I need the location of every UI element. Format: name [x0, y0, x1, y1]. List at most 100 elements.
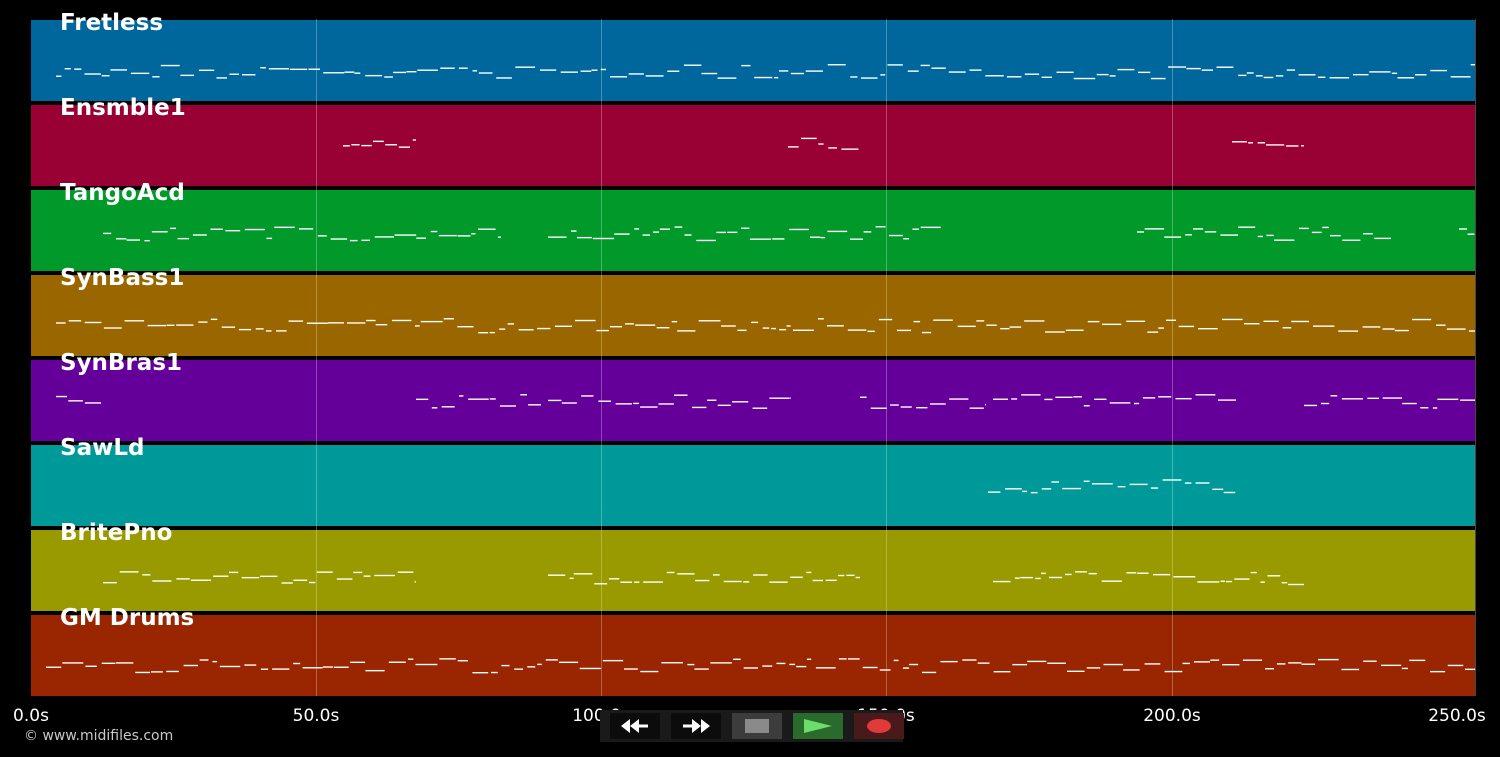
note [838, 574, 845, 577]
rewind-button[interactable] [610, 713, 660, 739]
note [365, 74, 383, 77]
fast-forward-icon [681, 718, 711, 734]
note [1129, 483, 1148, 486]
note [1222, 663, 1240, 666]
note [602, 659, 624, 662]
stop-button[interactable] [732, 713, 782, 739]
note [288, 320, 304, 322]
note [166, 324, 175, 326]
note [577, 236, 592, 239]
note [1420, 407, 1429, 409]
note [1123, 669, 1140, 671]
note [723, 580, 742, 583]
play-icon [803, 718, 833, 734]
note [581, 395, 594, 397]
note [554, 325, 572, 327]
note [260, 67, 266, 69]
note [751, 321, 759, 324]
note [1024, 73, 1040, 75]
note [870, 407, 887, 409]
track-name: TangoAcd [60, 180, 185, 206]
note [592, 237, 615, 240]
note [354, 72, 361, 74]
copyright-text: © www.midifiles.com [24, 728, 174, 744]
note [558, 661, 579, 664]
note [847, 329, 867, 331]
note [103, 232, 112, 235]
note [615, 403, 632, 405]
note [1047, 662, 1066, 664]
note [579, 667, 601, 670]
note [661, 662, 683, 664]
note [902, 667, 910, 669]
note [801, 137, 817, 140]
note [1397, 77, 1415, 79]
track-name: GM Drums [60, 605, 195, 631]
note [1238, 74, 1247, 77]
note [1030, 491, 1038, 494]
note [478, 228, 496, 230]
note [1102, 323, 1122, 326]
note [749, 238, 771, 240]
note [514, 668, 524, 670]
note [1369, 71, 1391, 73]
note [1056, 71, 1074, 73]
note [790, 576, 803, 578]
play-button[interactable] [793, 713, 843, 739]
note [620, 581, 633, 583]
note [1467, 233, 1475, 235]
note [327, 322, 345, 324]
note [244, 664, 257, 666]
note [323, 72, 345, 74]
note [166, 670, 179, 673]
note [880, 74, 886, 76]
note [1014, 577, 1020, 579]
track-lane: Fretless [31, 10, 1475, 101]
note [1281, 581, 1288, 584]
note [753, 574, 768, 576]
note [46, 666, 62, 668]
note [219, 665, 241, 668]
note [308, 68, 321, 70]
note [1195, 482, 1210, 484]
note [1083, 405, 1090, 407]
note [56, 322, 66, 324]
note [515, 66, 536, 68]
note [634, 581, 640, 583]
note [412, 139, 416, 141]
note [1096, 73, 1109, 76]
note [459, 395, 464, 397]
note [1067, 670, 1085, 673]
track-lane: TangoAcd [31, 180, 1475, 271]
note [142, 574, 151, 576]
note [1221, 318, 1243, 321]
record-button[interactable] [854, 713, 904, 739]
note [1250, 571, 1257, 574]
note [468, 398, 489, 400]
note [384, 76, 393, 78]
note [151, 231, 168, 233]
note [1195, 394, 1216, 396]
note [640, 670, 659, 673]
note [1134, 402, 1140, 405]
note [170, 227, 177, 230]
note [1075, 571, 1087, 573]
note [1248, 142, 1253, 144]
note [860, 77, 878, 79]
note [229, 571, 239, 574]
note [198, 69, 215, 72]
note [737, 329, 747, 332]
track-lane: BritePno [31, 520, 1475, 611]
note [537, 663, 542, 666]
note [152, 76, 160, 78]
note [1317, 76, 1326, 78]
note [1409, 659, 1426, 662]
note [1402, 402, 1417, 405]
note [1137, 572, 1149, 574]
fast-forward-button[interactable] [671, 713, 721, 739]
note [472, 671, 489, 674]
note [1275, 75, 1284, 77]
note [893, 659, 899, 662]
note [695, 579, 710, 582]
note [491, 671, 498, 674]
